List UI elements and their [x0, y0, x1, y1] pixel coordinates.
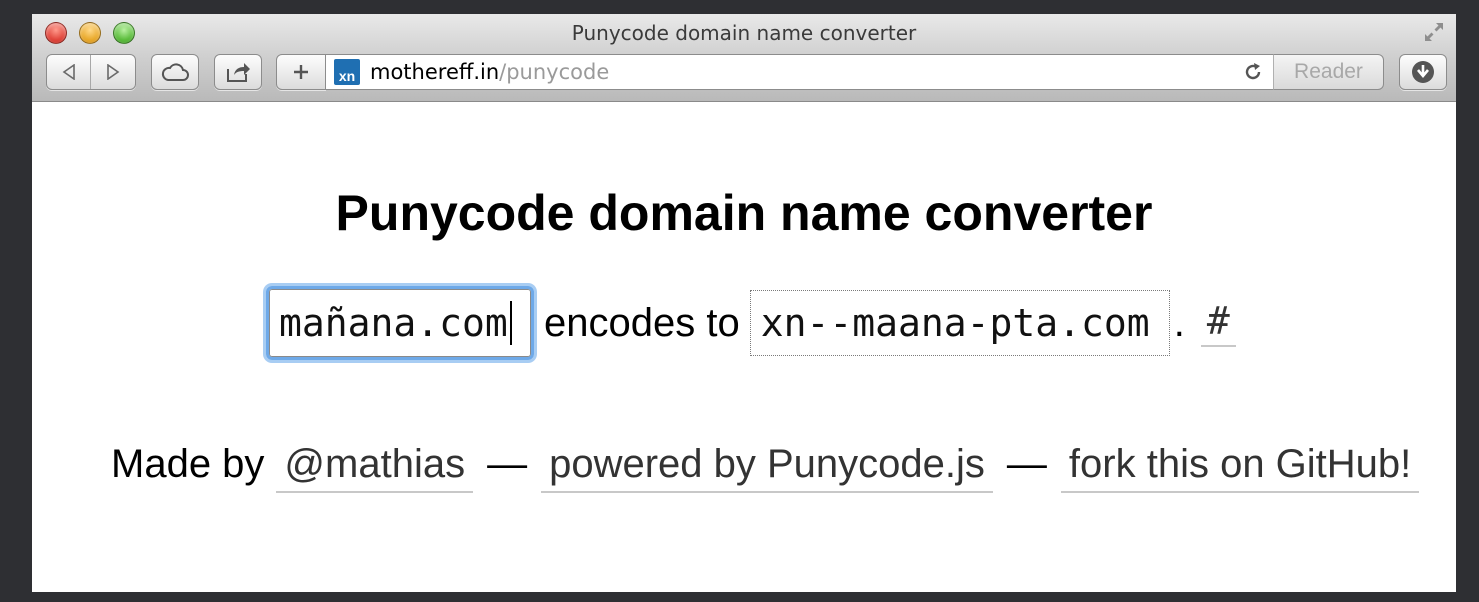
author-link[interactable]: @mathias — [276, 442, 474, 493]
site-favicon: xn — [334, 59, 360, 85]
github-fork-link[interactable]: fork this on GitHub! — [1060, 442, 1420, 493]
icloud-tabs-button[interactable] — [151, 54, 199, 90]
sentence-period: . — [1173, 300, 1185, 345]
downloads-button[interactable] — [1399, 54, 1447, 90]
window-title: Punycode domain name converter — [571, 21, 917, 45]
domain-input-value: mañana.com — [279, 301, 508, 345]
made-by-label: Made by — [111, 442, 265, 486]
new-tab-button[interactable] — [276, 54, 326, 90]
separator-dash: — — [1006, 442, 1047, 486]
permalink-link[interactable]: # — [1200, 299, 1236, 347]
encodes-to-label: encodes to — [544, 300, 740, 345]
separator-dash: — — [487, 442, 528, 486]
fullscreen-icon[interactable] — [1422, 20, 1446, 44]
back-icon — [62, 64, 76, 80]
page-title: Punycode domain name converter — [335, 185, 1153, 241]
reload-icon[interactable] — [1243, 62, 1263, 82]
url-path: /punycode — [499, 60, 610, 84]
footer-credits: Made by @mathias — powered by Punycode.j… — [111, 442, 1420, 493]
url-text[interactable]: mothereff.in/punycode — [370, 60, 609, 84]
punycode-output-field[interactable]: xn--maana-pta.com — [749, 290, 1170, 356]
back-forward-buttons — [46, 54, 136, 90]
browser-window: Punycode domain name converter xn mother… — [32, 14, 1456, 592]
forward-button[interactable] — [91, 55, 135, 89]
text-caret — [509, 301, 512, 345]
icloud-icon — [160, 62, 190, 82]
forward-icon — [106, 64, 120, 80]
share-icon — [225, 61, 251, 83]
punycode-js-link[interactable]: powered by Punycode.js — [541, 442, 993, 493]
punycode-output-value: xn--maana-pta.com — [760, 301, 1150, 345]
plus-icon — [292, 63, 310, 81]
converter-row: mañana.com encodes to xn--maana-pta.com … — [266, 286, 1236, 360]
share-button[interactable] — [214, 54, 262, 90]
domain-input[interactable]: mañana.com — [266, 286, 534, 360]
browser-toolbar: Punycode domain name converter xn mother… — [32, 14, 1456, 102]
address-bar[interactable]: xn mothereff.in/punycode — [325, 54, 1274, 90]
reader-button[interactable]: Reader — [1273, 54, 1384, 90]
downloads-icon — [1411, 60, 1435, 84]
back-button[interactable] — [47, 55, 92, 89]
url-host: mothereff.in — [370, 60, 500, 84]
